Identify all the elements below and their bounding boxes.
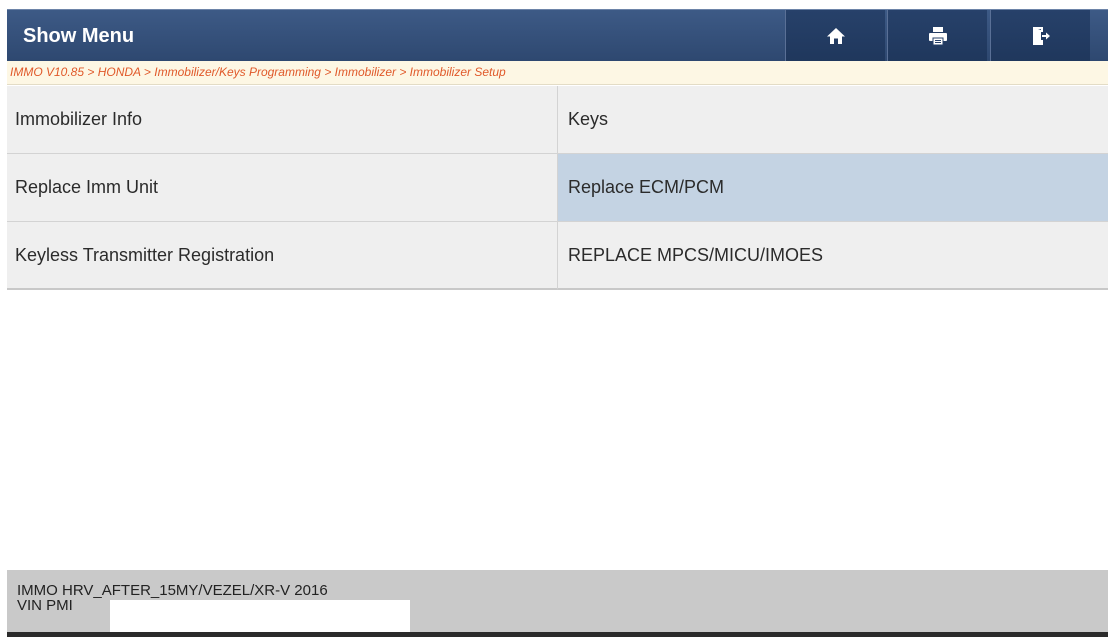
vehicle-info: IMMO HRV_AFTER_15MY/VEZEL/XR-V 2016 — [17, 582, 328, 599]
menu-item-immobilizer-info[interactable]: Immobilizer Info — [7, 86, 558, 154]
menu-item-label: Replace ECM/PCM — [568, 177, 725, 197]
menu-item-replace-mpcs-micu-imoes[interactable]: REPLACE MPCS/MICU/IMOES — [558, 222, 1108, 290]
home-button[interactable] — [785, 10, 885, 62]
exit-icon — [1032, 27, 1050, 45]
menu-item-keyless-transmitter-registration[interactable]: Keyless Transmitter Registration — [7, 222, 558, 290]
menu-item-replace-imm-unit[interactable]: Replace Imm Unit — [7, 154, 558, 222]
bottom-edge — [7, 632, 1108, 637]
menu-item-replace-ecm-pcm[interactable]: Replace ECM/PCM — [558, 154, 1108, 222]
print-button[interactable] — [887, 10, 987, 62]
menu-item-label: REPLACE MPCS/MICU/IMOES — [568, 244, 824, 265]
vin-redaction — [110, 600, 410, 632]
breadcrumb: IMMO V10.85 > HONDA > Immobilizer/Keys P… — [7, 61, 1108, 85]
menu-item-label: Immobilizer Info — [15, 109, 143, 129]
menu-item-label: Keys — [568, 109, 609, 129]
title-bar: Show Menu — [7, 9, 1108, 62]
home-icon — [826, 28, 845, 44]
page-title: Show Menu — [23, 25, 135, 47]
menu-item-label: Keyless Transmitter Registration — [15, 244, 275, 265]
print-icon — [928, 27, 947, 46]
menu-item-label: Replace Imm Unit — [15, 177, 159, 197]
menu-item-keys[interactable]: Keys — [558, 86, 1108, 154]
exit-button[interactable] — [990, 10, 1090, 62]
function-menu: Immobilizer Info Keys Replace Imm Unit R… — [7, 86, 1108, 290]
